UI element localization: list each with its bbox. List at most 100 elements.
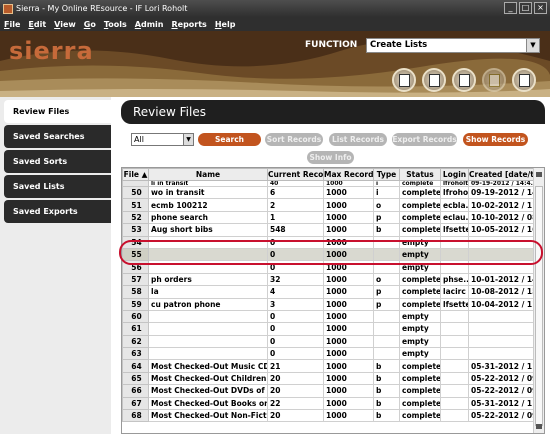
status-cell: complete [399, 285, 441, 299]
created-cell: 10-10-2012 / 08:0... [468, 210, 536, 225]
menu-view[interactable]: View [54, 20, 76, 29]
file-cell: 51 [122, 198, 149, 212]
column-header-current-records[interactable]: Current Reco... [267, 168, 324, 181]
name-cell: Most Checked-Out Music CDs o... [148, 359, 268, 373]
table-row[interactable]: 67Most Checked-Out Books on CD...221000b… [122, 396, 536, 411]
menu-file[interactable]: File [4, 20, 20, 29]
file-cell: 61 [122, 322, 149, 336]
file-cell: 52 [122, 210, 149, 225]
column-header-max-records[interactable]: Max Records [323, 168, 374, 181]
login-cell [440, 384, 469, 398]
created-cell: 09-19-2012 / 14:4... [468, 180, 536, 187]
scrollbar-thumb[interactable] [535, 186, 543, 426]
file-cell: 68 [122, 409, 149, 423]
sidebar-item-review-files[interactable]: Review Files [4, 100, 111, 123]
table-row[interactable]: 65Most Checked-Out Children's B...201000… [122, 371, 536, 386]
copy-icon[interactable] [422, 68, 446, 92]
current-records-cell: 0 [267, 309, 324, 324]
status-cell: complete [399, 396, 441, 411]
menu-admin[interactable]: Admin [135, 20, 164, 29]
document-icon[interactable] [452, 68, 476, 92]
status-cell: complete [399, 210, 441, 225]
table-row[interactable]: 58la41000pcompletelacirc10-08-2012 / 15:… [122, 285, 536, 299]
filter-select[interactable]: All ▼ [131, 133, 194, 146]
vertical-scrollbar[interactable] [533, 168, 544, 433]
table-row[interactable]: 50wo in transit61000icompletelfroholt09-… [122, 185, 536, 200]
menu-go[interactable]: Go [84, 20, 96, 29]
sidebar-item-saved-exports[interactable]: Saved Exports [4, 200, 111, 223]
created-cell: 10-02-2012 / 11:4... [468, 198, 536, 212]
sort-records-button[interactable]: Sort Records [265, 133, 323, 146]
table-row[interactable]: 59cu patron phone31000pcompletelfsetter1… [122, 297, 536, 311]
list-records-button[interactable]: List Records [329, 133, 387, 146]
max-records-cell: 1000 [323, 347, 374, 361]
function-select[interactable]: Create Lists ▼ [366, 38, 540, 53]
file-cell: 58 [122, 285, 149, 299]
maximize-button[interactable]: □ [519, 2, 532, 14]
type-cell [373, 322, 400, 336]
search-records-button[interactable]: Search Records [198, 133, 261, 157]
created-cell [468, 309, 536, 324]
current-records-cell: 0 [267, 322, 324, 336]
sidebar: Review Files Saved Searches Saved Sorts … [0, 97, 111, 434]
file-cell: 64 [122, 359, 149, 373]
type-cell: b [373, 371, 400, 386]
main-panel: Review Files All ▼ Search Records Sort R… [111, 97, 550, 434]
current-records-cell: 32 [267, 272, 324, 287]
max-records-cell: 1000 [323, 297, 374, 311]
name-cell: cu patron phone [148, 297, 268, 311]
created-cell: 05-31-2012 / 11:4... [468, 396, 536, 411]
column-header-created[interactable]: Created [date/tim... [468, 168, 536, 181]
excel-icon[interactable] [482, 68, 506, 92]
type-cell: i [373, 185, 400, 200]
export-records-button[interactable]: Export Records [392, 133, 457, 146]
table-row[interactable]: li in transit 40 1000 i complete lfrohol… [122, 180, 536, 187]
status-cell: empty [399, 334, 441, 349]
table-row[interactable]: 64Most Checked-Out Music CDs o...211000b… [122, 359, 536, 373]
sort-records-label: Sort Records [266, 135, 322, 144]
table-row[interactable]: 62 0 1000 empty [122, 334, 536, 349]
current-records-cell: 20 [267, 384, 324, 398]
max-records-cell: 1000 [323, 359, 374, 373]
sidebar-item-saved-lists[interactable]: Saved Lists [4, 175, 111, 198]
scroll-up-icon[interactable] [536, 172, 542, 177]
close-button[interactable]: × [534, 2, 547, 14]
table-row[interactable]: 61 0 1000 empty [122, 322, 536, 336]
menu-edit[interactable]: Edit [28, 20, 46, 29]
menu-tools[interactable]: Tools [104, 20, 127, 29]
selected-row-highlight [119, 240, 543, 265]
login-cell [440, 347, 469, 361]
login-cell [440, 309, 469, 324]
table-header-row: File ▲ Name Current Reco... Max Records … [122, 168, 536, 181]
column-header-status[interactable]: Status [399, 168, 441, 181]
show-records-button[interactable]: Show Records [463, 133, 528, 146]
sidebar-item-saved-searches[interactable]: Saved Searches [4, 125, 111, 148]
table-row[interactable]: 60 0 1000 empty [122, 309, 536, 324]
table-row[interactable]: 52phone search11000pcompleteeclau...10-1… [122, 210, 536, 225]
lists-icon[interactable] [392, 68, 416, 92]
table-row[interactable]: 63 0 1000 empty [122, 347, 536, 361]
table-row[interactable]: 68Most Checked-Out Non-Fiction o...20100… [122, 409, 536, 423]
table-row[interactable]: 57ph orders321000ocompletephse...10-01-2… [122, 272, 536, 287]
sidebar-item-saved-sorts[interactable]: Saved Sorts [4, 150, 111, 173]
menu-reports[interactable]: Reports [171, 20, 206, 29]
max-records-cell: 1000 [323, 272, 374, 287]
current-records-cell: 2 [267, 198, 324, 212]
table-row[interactable]: 53Aug short bibs5481000bcompletelfsetter… [122, 223, 536, 237]
review-files-table: File ▲ Name Current Reco... Max Records … [121, 167, 545, 434]
column-header-file[interactable]: File ▲ [122, 168, 149, 181]
table-row[interactable]: 66Most Checked-Out DVDs of 2011201000bco… [122, 384, 536, 398]
max-records-cell: 1000 [323, 371, 374, 386]
edit-icon[interactable] [512, 68, 536, 92]
column-header-login[interactable]: Login [440, 168, 469, 181]
minimize-button[interactable]: _ [504, 2, 517, 14]
column-header-type[interactable]: Type [373, 168, 400, 181]
table-row[interactable]: 51ecmb 10021221000ocompleteecbla...10-02… [122, 198, 536, 212]
menu-help[interactable]: Help [215, 20, 236, 29]
show-info-button[interactable]: Show Info [307, 151, 354, 164]
column-header-name[interactable]: Name [148, 168, 268, 181]
status-cell: empty [399, 347, 441, 361]
current-records-cell: 22 [267, 396, 324, 411]
function-label: FUNCTION [305, 40, 358, 50]
scroll-down-icon[interactable] [536, 424, 542, 429]
